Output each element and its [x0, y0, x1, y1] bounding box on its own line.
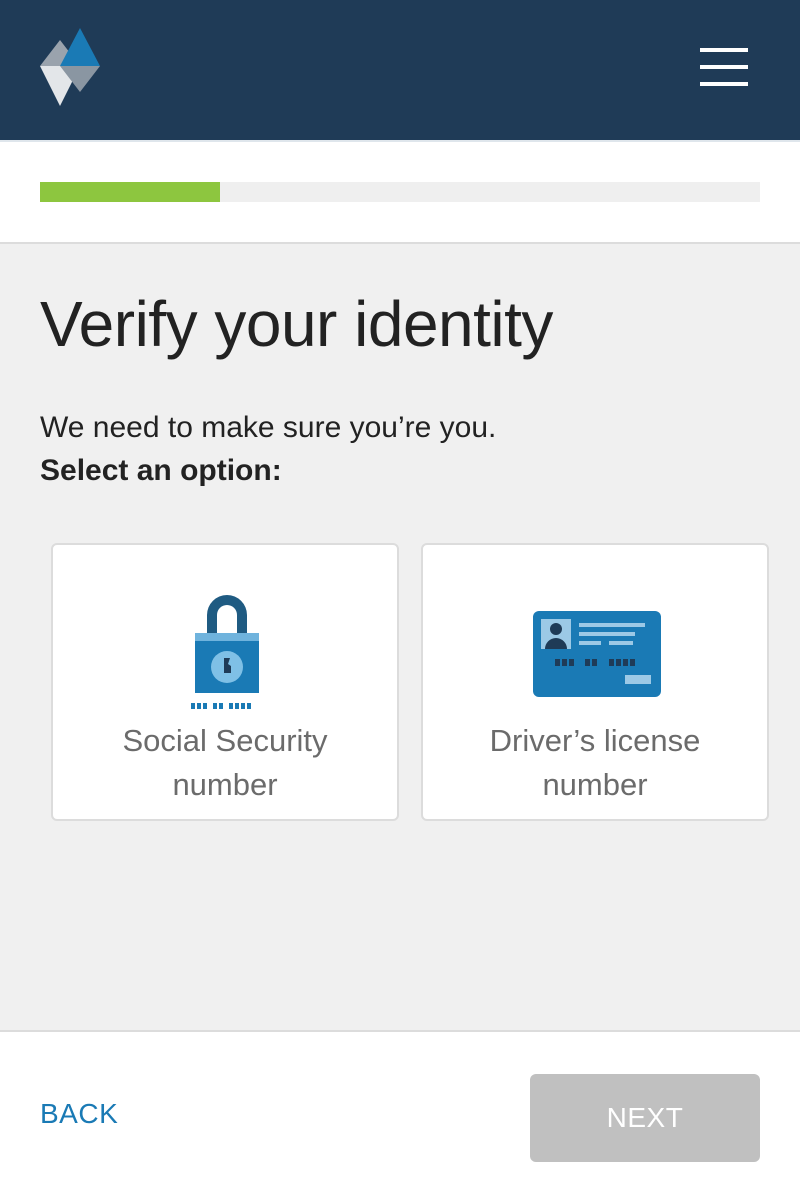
back-button[interactable]: BACK [40, 1098, 118, 1130]
menu-line [700, 65, 748, 69]
progress-section [0, 140, 800, 244]
menu-line [700, 82, 748, 86]
option-drivers-license[interactable]: Driver’s license number [421, 543, 769, 821]
next-button[interactable]: NEXT [530, 1074, 760, 1162]
menu-line [700, 48, 748, 52]
page-title: Verify your identity [40, 288, 553, 360]
diamond-logo-icon [40, 28, 100, 106]
page-subtitle: We need to make sure you’re you. [40, 411, 497, 444]
progress-bar [40, 182, 760, 202]
select-option-label: Select an option: [40, 454, 282, 487]
progress-bar-fill [40, 182, 220, 202]
option-social-security[interactable]: Social Security number [51, 543, 399, 821]
option-label: Social Security number [122, 723, 328, 802]
app-header [0, 0, 800, 140]
option-label: Driver’s license number [489, 723, 701, 802]
id-card-icon [533, 611, 661, 697]
footer-nav: BACK NEXT [0, 1030, 800, 1200]
padlock-icon [191, 595, 259, 709]
hamburger-menu-icon[interactable] [696, 44, 752, 90]
